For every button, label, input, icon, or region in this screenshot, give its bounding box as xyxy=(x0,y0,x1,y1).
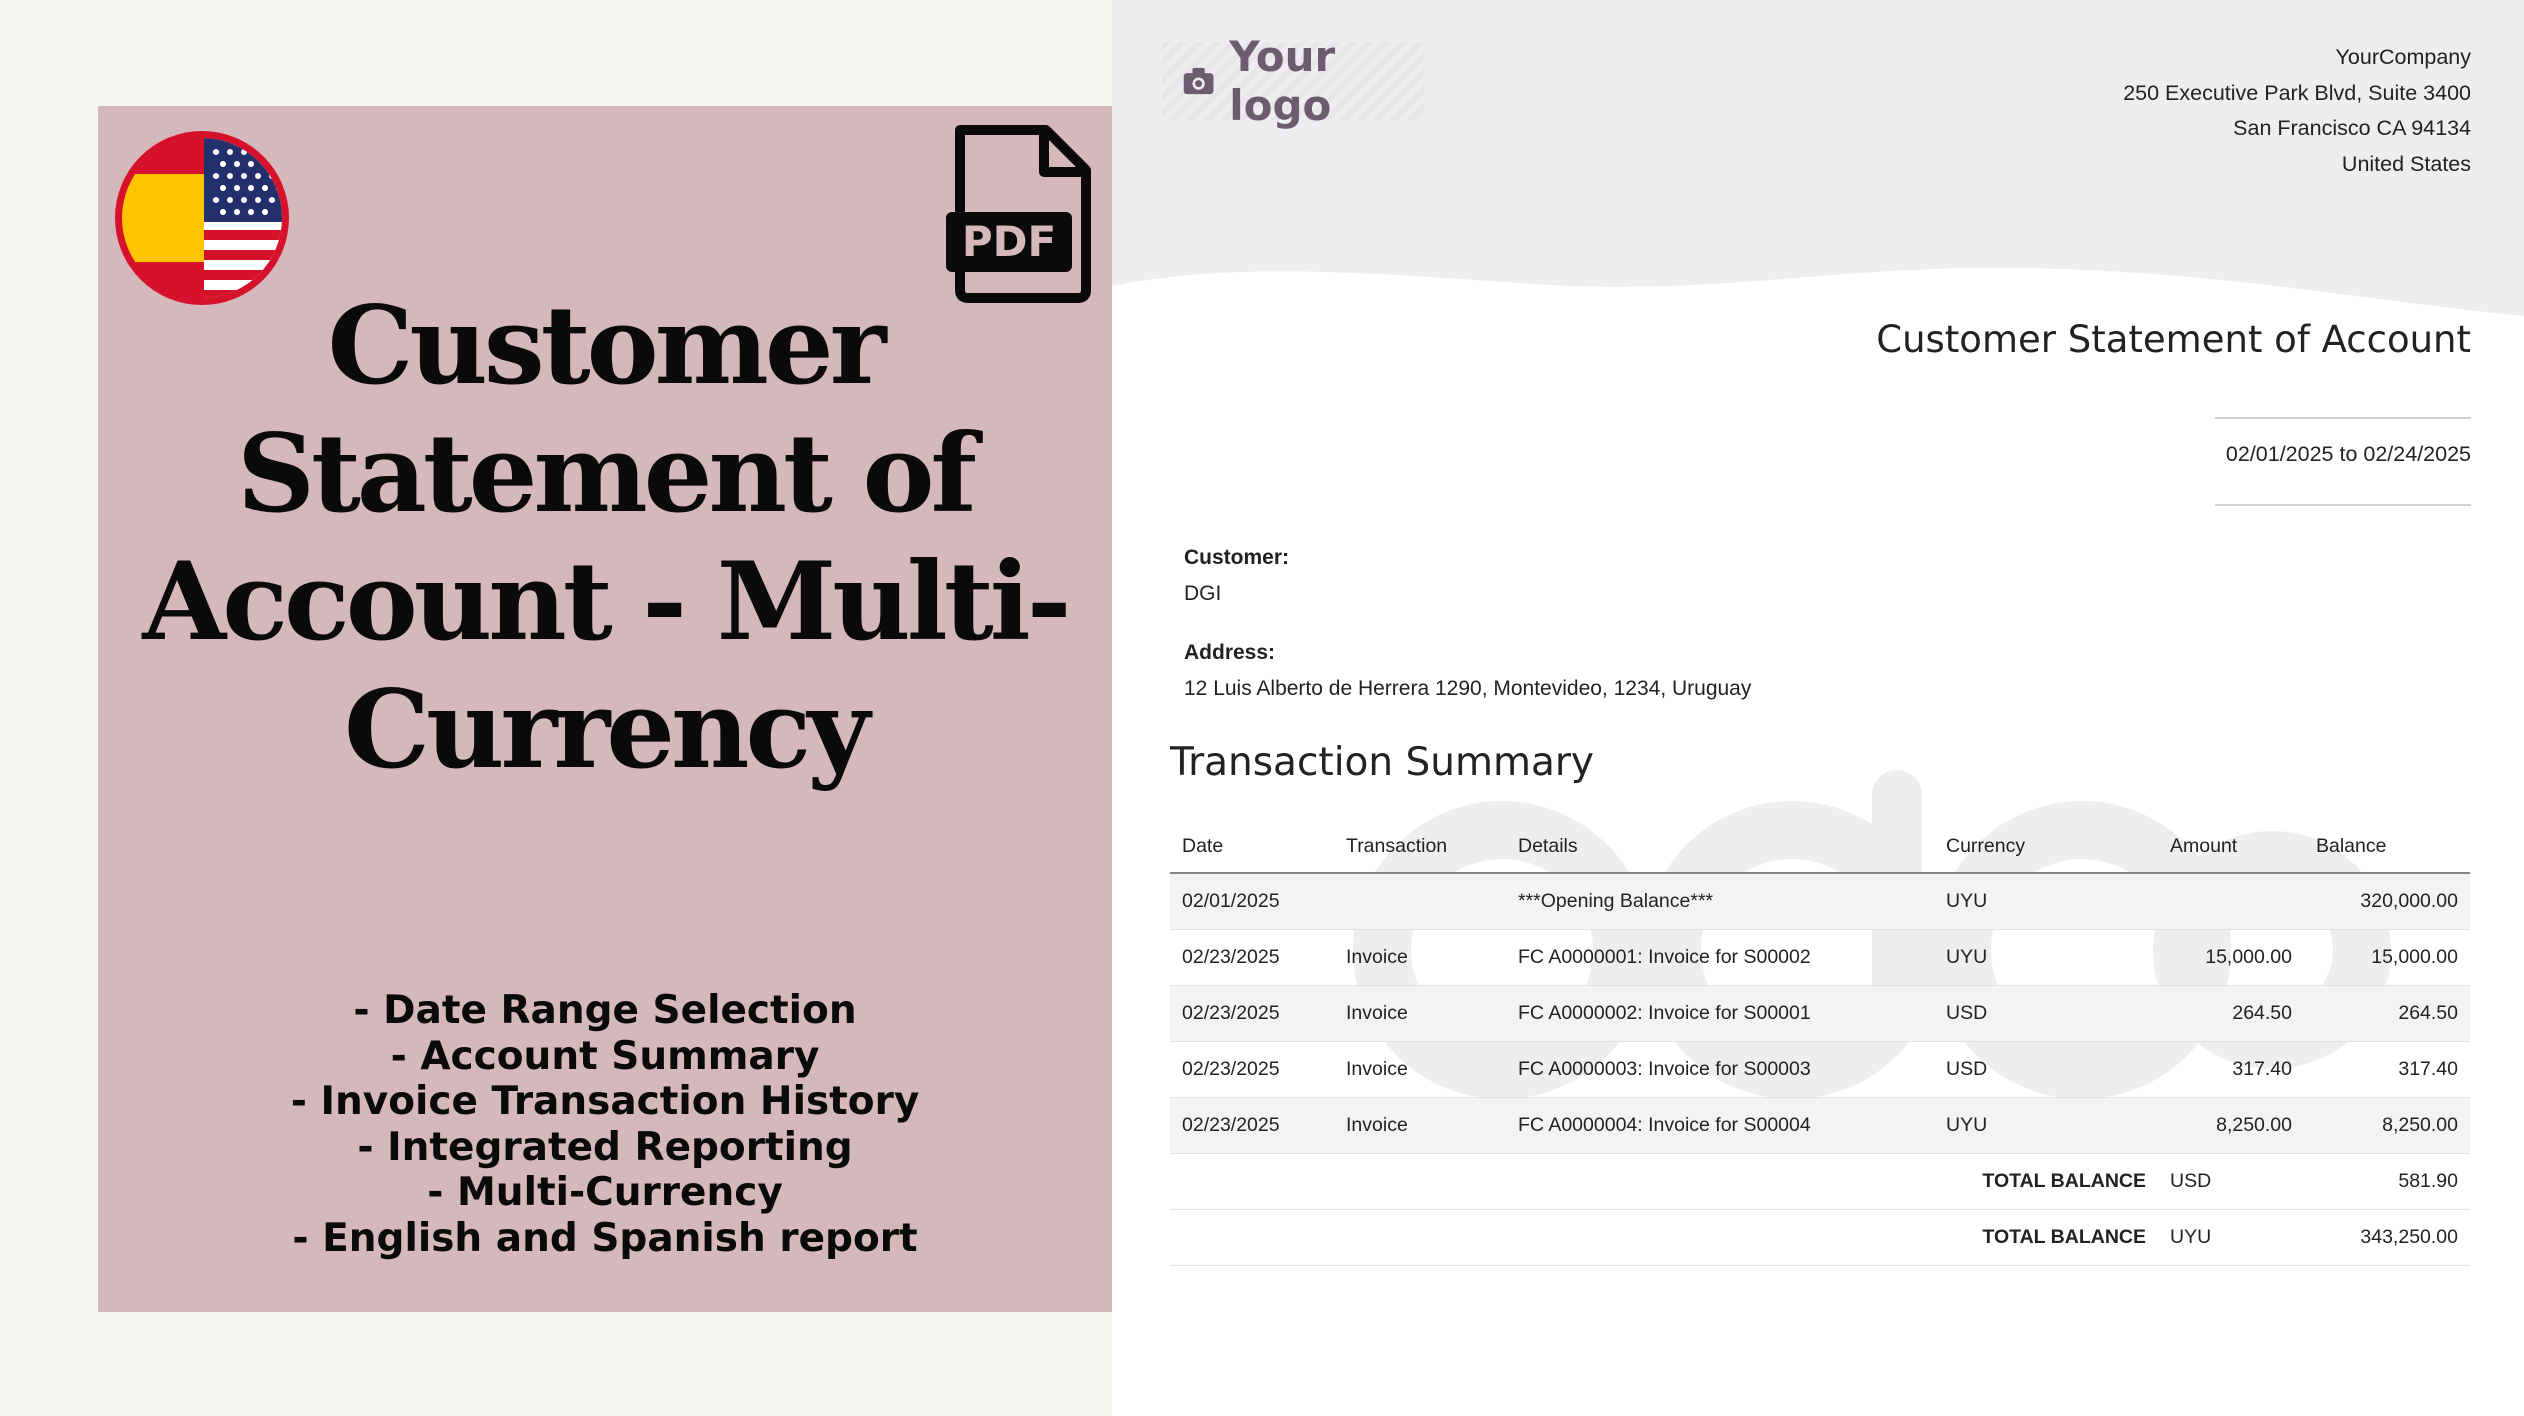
cell-amount: 8,250.00 xyxy=(2158,1097,2304,1154)
feature-item: - Invoice Transaction History xyxy=(290,1079,920,1124)
cell-details: FC A0000002: Invoice for S00001 xyxy=(1506,985,1934,1042)
cell-balance: 317.40 xyxy=(2304,1041,2470,1098)
promo-title-line: Statement of xyxy=(237,411,977,537)
date-range: 02/01/2025 to 02/24/2025 xyxy=(2225,442,2471,466)
feature-list: - Date Range Selection - Account Summary… xyxy=(130,988,1080,1261)
promo-title: Customer Statement of Account - Multi- C… xyxy=(130,282,1080,794)
cell-currency: UYU xyxy=(1934,873,2158,930)
cell-transaction: Invoice xyxy=(1334,1041,1506,1098)
pdf-label: PDF xyxy=(962,217,1056,266)
feature-item: - Account Summary xyxy=(390,1033,820,1079)
cell-details: FC A0000001: Invoice for S00002 xyxy=(1506,929,1934,986)
pdf-file-icon: PDF xyxy=(946,125,1091,303)
cell-currency: USD xyxy=(1934,985,2158,1042)
total-value: 581.90 xyxy=(2304,1153,2470,1210)
divider xyxy=(2215,417,2471,419)
table-row: 02/23/2025 Invoice FC A0000004: Invoice … xyxy=(1170,1097,2470,1154)
address-value: 12 Luis Alberto de Herrera 1290, Montevi… xyxy=(1184,677,1752,700)
cell-date: 02/23/2025 xyxy=(1170,985,1334,1042)
address-label: Address: xyxy=(1184,641,1276,664)
table-row: 02/23/2025 Invoice FC A0000001: Invoice … xyxy=(1170,929,2470,986)
report-title: Customer Statement of Account xyxy=(1876,318,2471,361)
transaction-table: Date Transaction Details Currency Amount… xyxy=(1170,820,2470,1266)
cell-currency: UYU xyxy=(1934,1097,2158,1154)
cell-transaction: Invoice xyxy=(1334,1097,1506,1154)
spain-usa-flag-icon xyxy=(115,131,289,305)
cell-balance: 8,250.00 xyxy=(2304,1097,2470,1154)
total-label: TOTAL BALANCE xyxy=(1934,1209,2158,1266)
cell-currency: USD xyxy=(1934,1041,2158,1098)
cell-transaction: Invoice xyxy=(1334,985,1506,1042)
total-value: 343,250.00 xyxy=(2304,1209,2470,1266)
cell-balance: 320,000.00 xyxy=(2304,873,2470,930)
total-currency: USD xyxy=(2158,1153,2304,1210)
company-address: YourCompany 250 Executive Park Blvd, Sui… xyxy=(2123,40,2471,182)
customer-value: DGI xyxy=(1184,582,1222,605)
cell-transaction: Invoice xyxy=(1334,929,1506,986)
cell-date: 02/23/2025 xyxy=(1170,1097,1334,1154)
table-row: 02/23/2025 Invoice FC A0000003: Invoice … xyxy=(1170,1041,2470,1098)
table-row: 02/23/2025 Invoice FC A0000002: Invoice … xyxy=(1170,985,2470,1042)
col-balance: Balance xyxy=(2304,820,2470,874)
cell-balance: 15,000.00 xyxy=(2304,929,2470,986)
total-row-uyu: TOTAL BALANCE UYU 343,250.00 xyxy=(1170,1209,2470,1266)
promo-title-line: Account - Multi- xyxy=(142,539,1071,665)
col-details: Details xyxy=(1506,820,1934,874)
total-label: TOTAL BALANCE xyxy=(1934,1153,2158,1210)
company-logo: Your logo xyxy=(1162,32,1424,130)
cell-currency: UYU xyxy=(1934,929,2158,986)
cell-amount xyxy=(2158,873,2304,930)
company-street: 250 Executive Park Blvd, Suite 3400 xyxy=(2123,80,2471,105)
col-date: Date xyxy=(1170,820,1334,874)
company-name: YourCompany xyxy=(2335,45,2471,69)
feature-item: - Multi-Currency xyxy=(427,1170,783,1215)
feature-item: - Integrated Reporting xyxy=(357,1124,853,1170)
table-row: 02/01/2025 ***Opening Balance*** UYU 320… xyxy=(1170,873,2470,930)
promo-title-line: Customer xyxy=(327,283,886,409)
cell-details: FC A0000003: Invoice for S00003 xyxy=(1506,1041,1934,1098)
customer-label: Customer: xyxy=(1184,546,1290,569)
cell-amount: 15,000.00 xyxy=(2158,929,2304,986)
cell-transaction xyxy=(1334,873,1506,930)
cell-amount: 264.50 xyxy=(2158,985,2304,1042)
total-row-usd: TOTAL BALANCE USD 581.90 xyxy=(1170,1153,2470,1210)
cell-details: FC A0000004: Invoice for S00004 xyxy=(1506,1097,1934,1154)
company-country: United States xyxy=(2341,151,2471,176)
col-currency: Currency xyxy=(1934,820,2158,874)
statement-document: Your logo YourCompany 250 Executive Park… xyxy=(1112,0,2524,1416)
cell-details: ***Opening Balance*** xyxy=(1506,873,1934,930)
cell-balance: 264.50 xyxy=(2304,985,2470,1042)
cell-date: 02/01/2025 xyxy=(1170,873,1334,930)
promo-title-line: Currency xyxy=(343,667,870,793)
feature-item: - English and Spanish report xyxy=(292,1215,918,1261)
feature-item: - Date Range Selection xyxy=(353,988,857,1033)
divider xyxy=(2215,504,2471,506)
col-transaction: Transaction xyxy=(1334,820,1506,874)
table-header-row: Date Transaction Details Currency Amount… xyxy=(1170,820,2470,874)
cell-date: 02/23/2025 xyxy=(1170,929,1334,986)
col-amount: Amount xyxy=(2158,820,2304,874)
logo-text: Your logo xyxy=(1229,32,1336,130)
company-city: San Francisco CA 94134 xyxy=(2233,116,2471,140)
cell-date: 02/23/2025 xyxy=(1170,1041,1334,1098)
camera-icon xyxy=(1183,67,1214,95)
cell-amount: 317.40 xyxy=(2158,1041,2304,1098)
total-currency: UYU xyxy=(2158,1209,2304,1266)
